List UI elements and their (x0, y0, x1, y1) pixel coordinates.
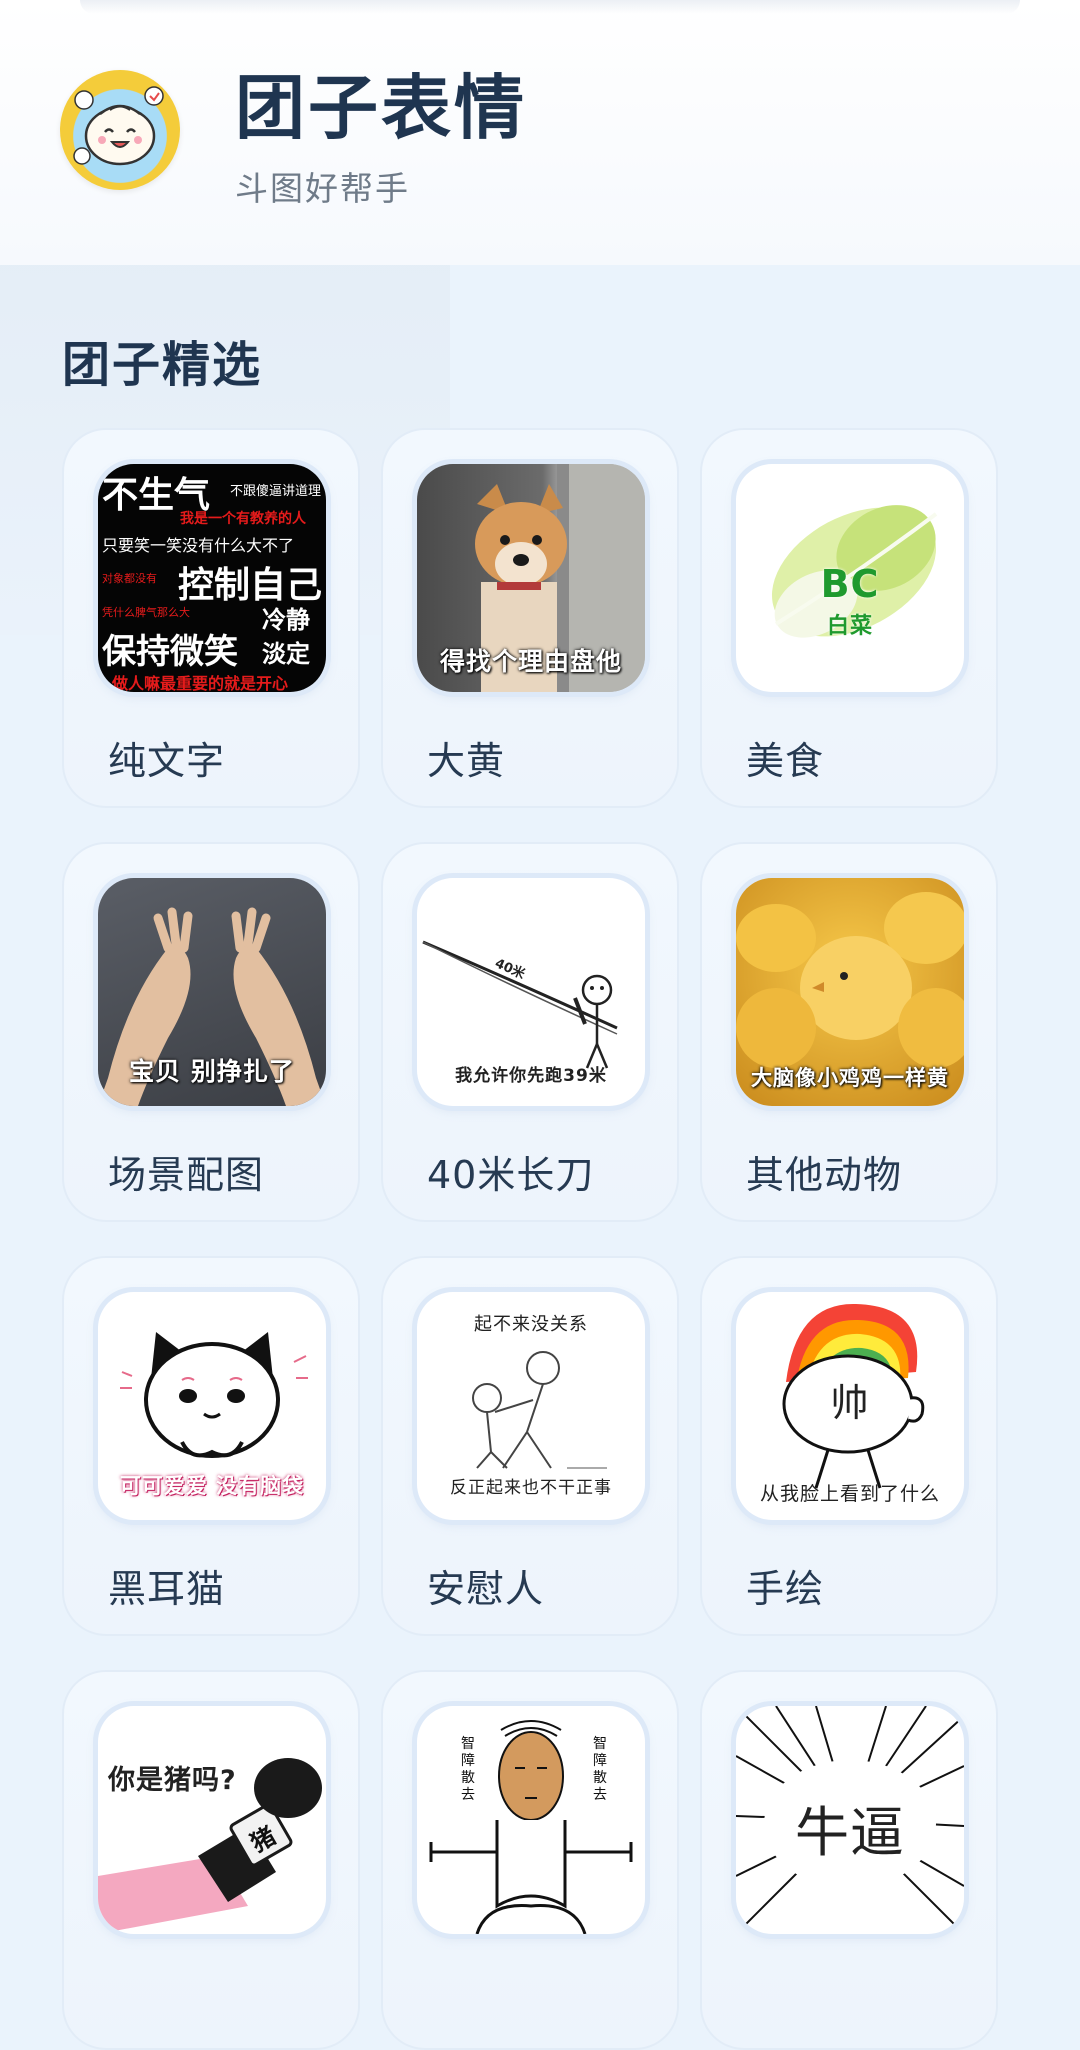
category-label: 美食 (746, 739, 825, 783)
category-label: 其他动物 (746, 1153, 903, 1197)
category-card-shock[interactable]: 牛逼 (700, 1670, 998, 2050)
dog-meme-thumbnail: 得找个理由盘他 (417, 464, 645, 692)
meme-text-line: 保持微笑 (102, 632, 238, 672)
meme-caption: BC (820, 562, 880, 606)
category-card-microphone[interactable]: 你是猪吗? 猪 (62, 1670, 360, 2050)
comfort-meme-thumbnail: 起不来没关系 反正起来也不干正事 (417, 1292, 645, 1520)
app-logo-icon[interactable] (60, 70, 180, 190)
meme-caption: 牛逼 (795, 1801, 905, 1864)
category-label: 安慰人 (427, 1567, 545, 1611)
category-card-black-ear-cat[interactable]: 可可爱爱 没有脑袋 黑耳猫 (62, 1256, 360, 1636)
category-label: 黑耳猫 (108, 1567, 226, 1611)
shock-lines-meme-thumbnail: 牛逼 (736, 1706, 964, 1934)
text-meme-thumbnail: 不生气 不跟傻逼讲道理 我是一个有教养的人 只要笑一笑没有什么大不了 对象都没有… (98, 464, 326, 692)
microphone-illustration (98, 1758, 322, 1934)
category-card-40m-sword[interactable]: 40米 我允许你先跑39米 40米长刀 (381, 842, 679, 1222)
meme-caption: 我允许你先跑39米 (455, 1066, 607, 1086)
category-card-other-animals[interactable]: 大脑像小鸡鸡一样黄 其他动物 (700, 842, 998, 1222)
category-card-food[interactable]: BC 白菜 美食 (700, 428, 998, 808)
category-card-dahuang[interactable]: 得找个理由盘他 大黄 (381, 428, 679, 808)
category-label: 大黄 (427, 739, 506, 783)
category-card-comfort[interactable]: 起不来没关系 反正起来也不干正事 安慰人 (381, 1256, 679, 1636)
meme-text-line: 不跟傻逼讲道理 (230, 484, 322, 499)
meme-text-line: 我是一个有教养的人 (180, 511, 306, 527)
meme-text-line: 做人嘛最重要的就是开心 (112, 674, 289, 692)
category-card-meditation[interactable]: 智障散去 智障散去 (381, 1670, 679, 2050)
category-label: 手绘 (746, 1567, 825, 1611)
meme-caption-secondary: 从我脸上看到了什么 (759, 1483, 940, 1505)
header-top-shadow (80, 0, 1020, 14)
category-label: 40米长刀 (427, 1153, 595, 1197)
hands-meme-thumbnail: 宝贝 别挣扎了 (98, 878, 326, 1106)
app-subtitle: 斗图好帮手 (235, 169, 410, 208)
meditation-illustration (429, 1720, 633, 1934)
category-label: 纯文字 (108, 739, 226, 783)
meditation-meme-thumbnail: 智障散去 智障散去 (417, 1706, 645, 1934)
meme-text-line: 冷静 (262, 606, 310, 634)
cabbage-meme-thumbnail: BC 白菜 (736, 464, 964, 692)
app-header: 团子表情 斗图好帮手 (0, 0, 1080, 265)
meme-caption: 帅 (830, 1381, 870, 1425)
long-sword-meme-thumbnail: 40米 我允许你先跑39米 (417, 878, 645, 1106)
meme-caption: 大脑像小鸡鸡一样黄 (751, 1066, 949, 1090)
microphone-meme-thumbnail: 你是猪吗? 猪 (98, 1706, 326, 1934)
category-card-scene[interactable]: 宝贝 别挣扎了 场景配图 (62, 842, 360, 1222)
meme-text-line: 对象都没有 (102, 572, 157, 585)
app-title: 团子表情 (235, 67, 527, 149)
rainbow-hair-meme-thumbnail: 帅 从我脸上看到了什么 (736, 1292, 964, 1520)
meme-caption-secondary: 反正起来也不干正事 (450, 1478, 612, 1498)
meme-text-line: 淡定 (262, 640, 310, 668)
meme-text-line: 只要笑一笑没有什么大不了 (102, 536, 295, 555)
meme-text-line: 凭什么脾气那么大 (102, 606, 190, 619)
chicks-meme-thumbnail: 大脑像小鸡鸡一样黄 (736, 878, 964, 1106)
meme-caption: 宝贝 别挣扎了 (129, 1057, 295, 1086)
section-title: 团子精选 (62, 337, 263, 393)
category-card-hand-drawn[interactable]: 帅 从我脸上看到了什么 手绘 (700, 1256, 998, 1636)
meme-caption-secondary: 白菜 (826, 614, 873, 639)
category-label: 场景配图 (108, 1153, 265, 1197)
meme-caption: 得找个理由盘他 (439, 647, 622, 676)
cat-meme-thumbnail: 可可爱爱 没有脑袋 (98, 1292, 326, 1520)
meme-caption: 可可爱爱 没有脑袋 (119, 1474, 305, 1498)
category-card-pure-text[interactable]: 不生气 不跟傻逼讲道理 我是一个有教养的人 只要笑一笑没有什么大不了 对象都没有… (62, 428, 360, 808)
